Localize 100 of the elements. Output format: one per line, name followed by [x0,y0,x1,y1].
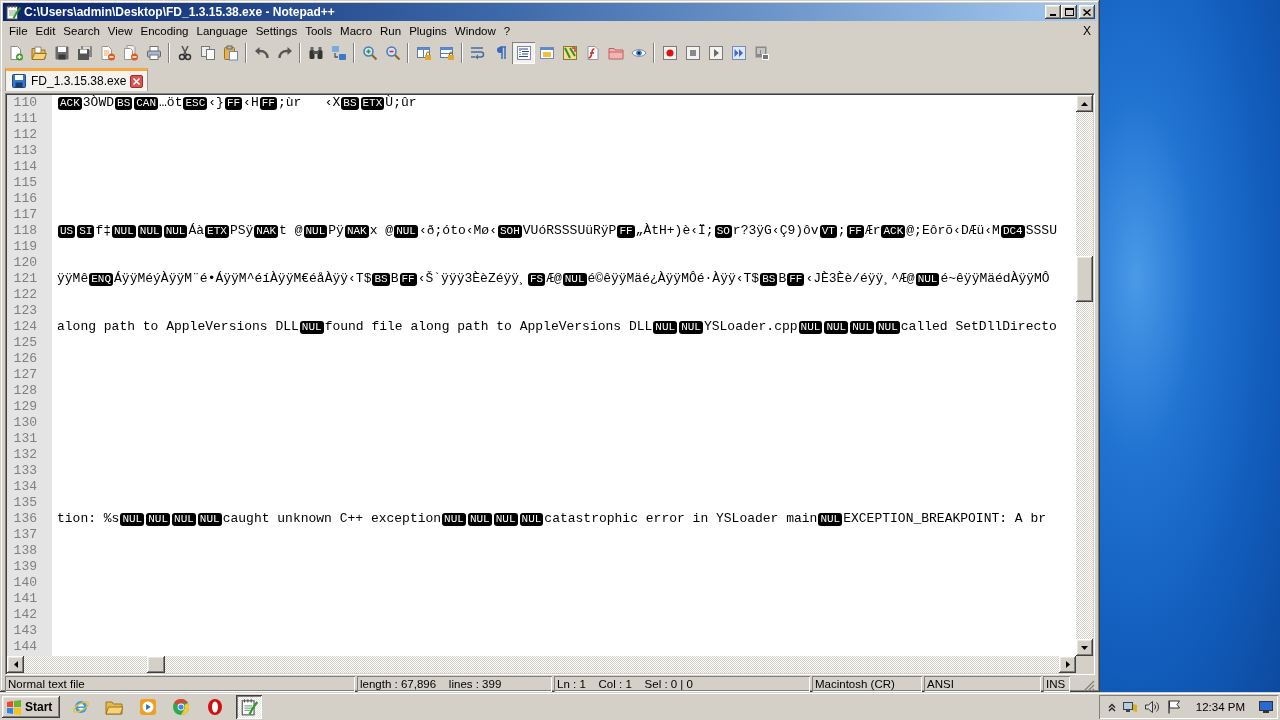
oval-ring-icon [205,698,224,716]
control-char-tag: NUL [146,512,171,526]
line-number: 124 [12,319,38,335]
minimize-button[interactable] [1045,5,1061,19]
status-bar-cell: Normal text file [5,676,355,692]
start-button[interactable]: Start [2,696,60,718]
folder-icon [30,44,47,61]
menu-item[interactable]: Tools [301,23,337,38]
zoom-in-icon [361,44,378,61]
line-number: 132 [12,447,38,463]
line-number: 113 [12,143,38,159]
line-number: 129 [12,399,38,415]
menu-item[interactable]: Encoding [136,23,193,38]
binoculars-icon [307,44,324,61]
code-text: x @ [369,223,394,239]
control-char-tag: BS [341,96,359,110]
window-panel-icon [538,44,555,61]
control-char-tag: NUL [442,512,466,526]
scroll-right-button[interactable] [1059,656,1076,673]
line-number: 135 [12,495,38,511]
maximize-button[interactable] [1061,5,1077,19]
right-arrow-icon [1065,661,1070,668]
control-char-tag: FF [399,272,417,286]
left-arrow-icon [13,661,18,668]
line-number: 141 [12,591,38,607]
close-document-button[interactable]: X [1083,23,1091,38]
code-text: Ù;ûr [385,95,417,111]
code-text: found file along path to AppleVersions DLL [324,319,653,335]
scrollbar-thumb[interactable] [1076,256,1093,302]
code-text: PSÿ [229,223,254,239]
line-number: 130 [12,415,38,431]
zoom-out-icon [384,44,401,61]
control-char-tag: FF [617,224,635,238]
menu-item[interactable]: Window [450,23,500,38]
control-char-tag: NUL [112,224,136,238]
resize-grip-icon [1083,680,1095,692]
control-char-tag: ENQ [89,272,114,286]
record-icon [661,44,678,61]
menu-item[interactable]: File [5,23,32,38]
replace-squares-icon [330,44,347,61]
clipboard-icon [222,44,239,61]
code-text: é©êÿÿMäé¿ÀÿÿMÔé·Àÿÿ‹T$ [587,271,760,287]
code-text: ‹H [243,95,259,111]
menu-item[interactable]: ? [499,23,515,38]
control-char-tag: NUL [818,512,843,526]
fast-forward-icon [730,44,747,61]
taskbar-app-button[interactable] [235,695,262,719]
code-text: f‡ [95,223,111,239]
word-wrap-icon [469,44,486,61]
speaker-icon [1143,699,1160,715]
code-text: ‹JÈ3Èè/éÿÿ¸^Æ@ [805,271,915,287]
document-tab[interactable]: FD_1.3.15.38.exe [5,68,149,91]
control-char-tag: NUL [137,224,162,238]
status-bar-cell: Ln : 1 Col : 1 Sel : 0 | 0 [554,676,810,692]
maximize-icon [1064,8,1074,16]
toolbar-button[interactable] [512,41,535,64]
code-text: catastrophic error in YSLoader main [544,511,818,527]
close-button[interactable] [1079,5,1095,19]
function-list-icon [584,44,601,61]
line-number: 118 [12,223,38,239]
segmented-circle-icon [172,698,191,716]
line-number: 127 [12,367,38,383]
play-tile-icon [138,698,157,716]
control-char-tag: NUL [120,512,145,526]
menu-item[interactable]: Run [376,23,406,38]
scroll-down-button[interactable] [1076,639,1093,656]
scroll-left-button[interactable] [7,656,24,673]
menu-item[interactable]: Plugins [405,23,451,38]
line-number: 134 [12,479,38,495]
scrollbar-thumb[interactable] [147,656,165,673]
control-char-tag: ETX [205,224,229,238]
control-char-tag: DC4 [1000,224,1025,238]
control-char-tag: CAN [134,96,159,110]
code-text: t @ [279,223,303,239]
code-text: ; [837,223,846,239]
menu-item[interactable]: Language [192,23,252,38]
windows-flag-icon [6,699,22,715]
control-char-tag: BS [760,272,778,286]
control-char-tag: NUL [519,512,544,526]
menu-item[interactable]: Edit [31,23,60,38]
close-icon [130,74,144,88]
folder-icon [105,698,124,716]
control-char-tag: FS [527,272,546,286]
line-number: 136 [12,511,38,527]
browser-globe-icon [71,698,90,716]
control-char-tag: NAK [344,224,369,238]
menu-item[interactable]: Search [59,23,104,38]
menu-item[interactable]: Macro [336,23,377,38]
control-char-tag: NUL [653,320,678,334]
control-char-tag: US [58,224,76,238]
pages-minus-icon [122,44,139,61]
undo-arrow-icon [253,44,270,61]
window-padlock-icon [438,44,455,61]
control-char-tag: NUL [299,320,324,334]
menu-item[interactable]: View [103,23,137,38]
network-icon [1121,699,1138,715]
scroll-up-button[interactable] [1076,95,1093,112]
control-char-tag: SO [714,224,732,238]
menu-item[interactable]: Settings [251,23,302,38]
line-number: 121 [12,271,38,287]
